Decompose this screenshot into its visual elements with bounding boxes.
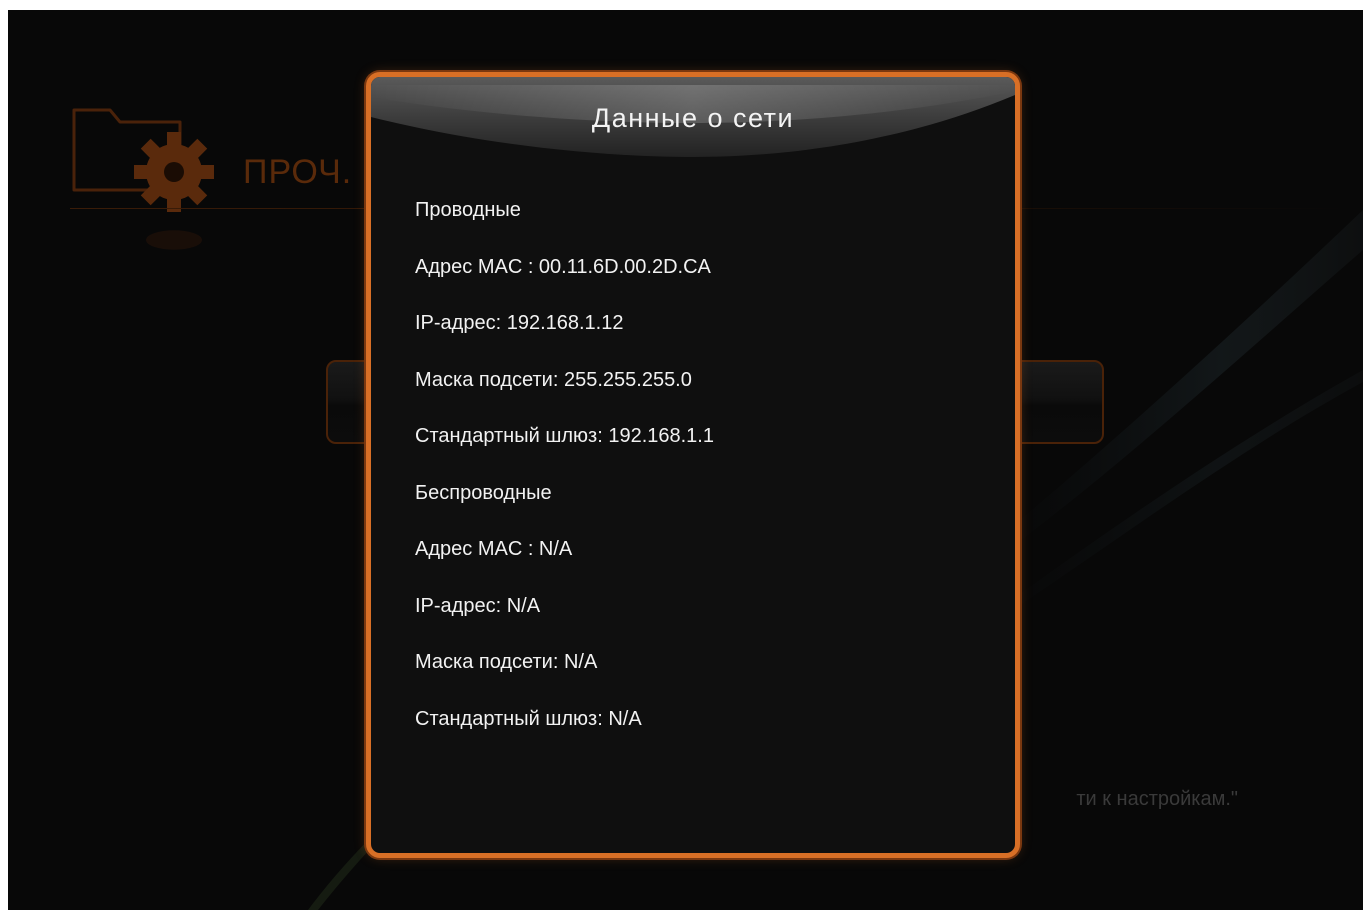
wired-subnet-mask: Маска подсети: 255.255.255.0 — [415, 368, 692, 391]
wireless-section-heading: Беспроводные — [415, 481, 552, 504]
network-info-list: Проводные Адрес MAC : 00.11.6D.00.2D.CA … — [415, 195, 714, 760]
wired-default-gateway: Стандартный шлюз: 192.168.1.1 — [415, 425, 714, 447]
dialog-header: Данные о сети — [371, 77, 1015, 169]
wireless-subnet-mask: Маска подсети: N/A — [415, 651, 598, 673]
wired-section-heading: Проводные — [415, 199, 521, 221]
tv-screen: ПРОЧ. ти к настройкам." Данные о сети Пр… — [8, 10, 1363, 910]
folder-gear-icon — [72, 108, 214, 250]
wireless-default-gateway: Стандартный шлюз: N/A — [415, 707, 642, 730]
wired-mac-address: Адрес MAC : 00.11.6D.00.2D.CA — [415, 255, 711, 278]
background-section-title: ПРОЧ. — [243, 153, 353, 191]
wireless-ip-address: IP-адрес: N/A — [415, 594, 541, 617]
background-hint-text: ти к настройкам." — [1076, 788, 1238, 810]
dialog-title: Данные о сети — [591, 103, 795, 133]
wired-ip-address: IP-адрес: 192.168.1.12 — [415, 312, 624, 334]
wireless-mac-address: Адрес MAC : N/A — [415, 538, 573, 560]
network-info-dialog: Данные о сети Проводные Адрес MAC : 00.1… — [366, 72, 1020, 858]
